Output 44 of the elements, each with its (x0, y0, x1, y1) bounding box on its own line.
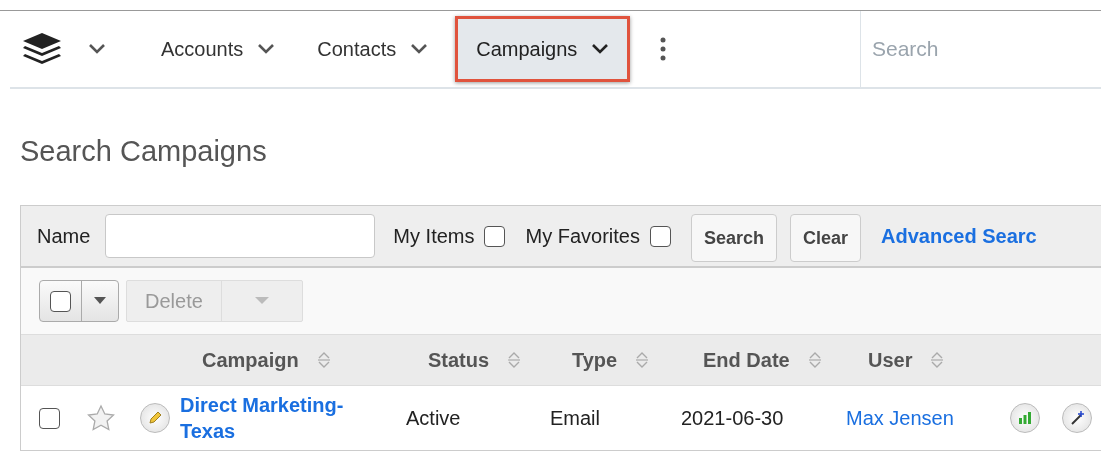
search-field[interactable]: Search (861, 37, 1092, 61)
dropdown-caret-icon (94, 297, 106, 305)
advanced-search-link[interactable]: Advanced Searc (881, 224, 1037, 248)
checkbox[interactable] (50, 290, 71, 312)
table-cell: Active (406, 406, 461, 430)
bar-chart-icon[interactable] (1010, 403, 1040, 433)
edit-pencil-icon[interactable] (140, 403, 170, 433)
user-link[interactable]: Max Jensen (846, 406, 954, 430)
magic-wand-icon[interactable] (1062, 403, 1092, 433)
column-header[interactable]: Type (572, 348, 618, 372)
filter-button[interactable]: Search (690, 214, 777, 262)
toggle-label: My Favorites (525, 224, 640, 248)
column-header[interactable]: Status (428, 348, 490, 372)
checkbox[interactable] (484, 225, 506, 247)
column-header[interactable]: Campaign (202, 348, 299, 372)
select-all-dropdown[interactable] (39, 280, 119, 322)
nav-tab[interactable]: Accounts (140, 16, 297, 82)
name-input-field[interactable] (105, 214, 376, 258)
sort-icon[interactable] (807, 351, 822, 369)
nav-tab[interactable]: Contacts (296, 16, 450, 82)
sort-icon[interactable] (930, 351, 945, 369)
campaign-name-link[interactable]: Direct Marketing-Texas (180, 392, 370, 444)
star-icon[interactable] (86, 404, 116, 432)
page-title: Search Campaigns (20, 135, 268, 169)
logo-caret-icon (88, 43, 106, 55)
sort-icon[interactable] (507, 351, 522, 369)
caret-icon (410, 43, 429, 55)
checkbox[interactable] (649, 225, 671, 247)
toggle-label: My Items (393, 224, 475, 248)
column-header[interactable]: End Date (703, 348, 790, 372)
checkbox[interactable] (39, 407, 60, 429)
nav-tab[interactable]: Campaigns (455, 16, 631, 82)
filter-button[interactable]: Clear (790, 214, 862, 262)
sort-icon[interactable] (635, 351, 650, 369)
column-header[interactable]: User (868, 348, 913, 372)
table-cell: Email (550, 406, 600, 430)
caret-icon (257, 43, 276, 55)
stacked-layers-logo-icon[interactable] (22, 32, 62, 66)
sort-icon[interactable] (316, 351, 331, 369)
caret-icon (591, 43, 610, 55)
table-cell: 2021-06-30 (681, 406, 784, 430)
more-options-icon[interactable] (660, 37, 667, 61)
field-label: Name (37, 224, 91, 248)
dropdown-caret-icon (254, 297, 269, 305)
